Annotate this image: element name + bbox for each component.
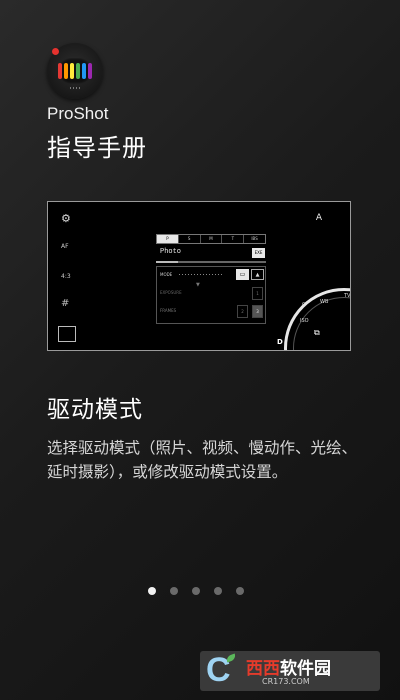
- page-dot-5[interactable]: [236, 587, 244, 595]
- mode-tab-m: M: [201, 235, 223, 243]
- frames-row-label: FRAMES: [160, 308, 177, 313]
- dial-ticks-icon: [70, 87, 82, 89]
- record-dot-icon: [52, 48, 59, 55]
- exposure-row-label: EXPOSURE: [160, 290, 182, 295]
- page-dot-3[interactable]: [192, 587, 200, 595]
- color-bar-green: [76, 63, 80, 79]
- image-icon: ▲: [251, 269, 264, 280]
- app-name: ProShot: [47, 104, 109, 123]
- watermark-brand-b: 软件园: [280, 659, 331, 679]
- drive-mode-panel: P S M T IBS Photo EXE MODE ▭ ▲ ▼ EXPOSUR…: [156, 234, 266, 324]
- dial-label-tv: TV: [344, 293, 351, 299]
- color-bar-purple: [88, 63, 92, 79]
- color-bar-blue: [82, 63, 86, 79]
- control-dial: ISO WB TV EV C ⧉: [284, 288, 351, 350]
- dial-label-iso: ISO: [300, 318, 309, 324]
- mode-tab-t: T: [222, 235, 245, 243]
- section-description: 选择驱动模式（照片、视频、慢动作、光绘、延时摄影），或修改驱动模式设置。: [47, 439, 358, 481]
- single-shot-icon: ▭: [236, 269, 249, 280]
- dial-current-label: D: [277, 338, 283, 346]
- caret-down-icon: ▼: [196, 282, 200, 288]
- app-logo-icon: [47, 43, 103, 99]
- color-bar-yellow: [70, 63, 74, 79]
- mode-tabs: P S M T IBS: [156, 234, 266, 244]
- watermark-brand-a: 西西: [246, 659, 280, 679]
- mode-row-dots: [179, 274, 223, 275]
- grid-icon: #: [61, 298, 70, 309]
- photo-row: Photo EXE: [156, 247, 266, 263]
- preview-left-bar: ⚙ AF 4:3 #: [48, 202, 88, 350]
- drive-settings-box: MODE ▭ ▲ ▼ EXPOSURE 1 FRAMES 2 3: [156, 266, 266, 324]
- color-bar-orange: [64, 63, 68, 79]
- page-dot-2[interactable]: [170, 587, 178, 595]
- mode-tab-s: S: [179, 235, 201, 243]
- exposure-value-box: 1: [252, 287, 263, 300]
- color-bar-red: [58, 63, 62, 79]
- settings-gear-icon: ⚙: [61, 212, 71, 225]
- section-title: 驱动模式: [47, 397, 143, 423]
- mode-tab-p: P: [157, 235, 179, 243]
- preview-ratio-label: 4:3: [61, 273, 71, 280]
- frames-value-box-selected: 3: [252, 305, 263, 318]
- frames-value-box: 2: [237, 305, 248, 318]
- preview-af-label: AF: [61, 243, 69, 250]
- preview-auto-label: A: [315, 213, 322, 223]
- dial-label-wb: WB: [320, 299, 329, 305]
- watermark-brand: 西西软件园: [246, 654, 331, 679]
- camera-ui-preview: ⚙ AF 4:3 # A P S M T IBS Photo EXE MODE …: [47, 201, 351, 351]
- photo-underline: [156, 261, 178, 263]
- photo-label: Photo: [160, 248, 182, 256]
- guide-title: 指导手册: [47, 134, 147, 162]
- page-dot-1[interactable]: [148, 587, 156, 595]
- dial-label-c: C: [302, 302, 306, 308]
- page-indicator: [148, 587, 244, 595]
- mode-tab-ibs: IBS: [251, 236, 258, 241]
- page-dot-4[interactable]: [214, 587, 222, 595]
- watermark-logo: C 西西软件园 CR173.COM: [200, 651, 380, 691]
- exec-button: EXE: [252, 248, 265, 258]
- lens-icon: [58, 58, 92, 84]
- mode-row-label: MODE: [160, 272, 173, 277]
- drive-mode-dial-icon: ⧉: [314, 328, 320, 337]
- gallery-thumbnail: [58, 326, 76, 342]
- watermark-url: CR173.COM: [262, 677, 310, 686]
